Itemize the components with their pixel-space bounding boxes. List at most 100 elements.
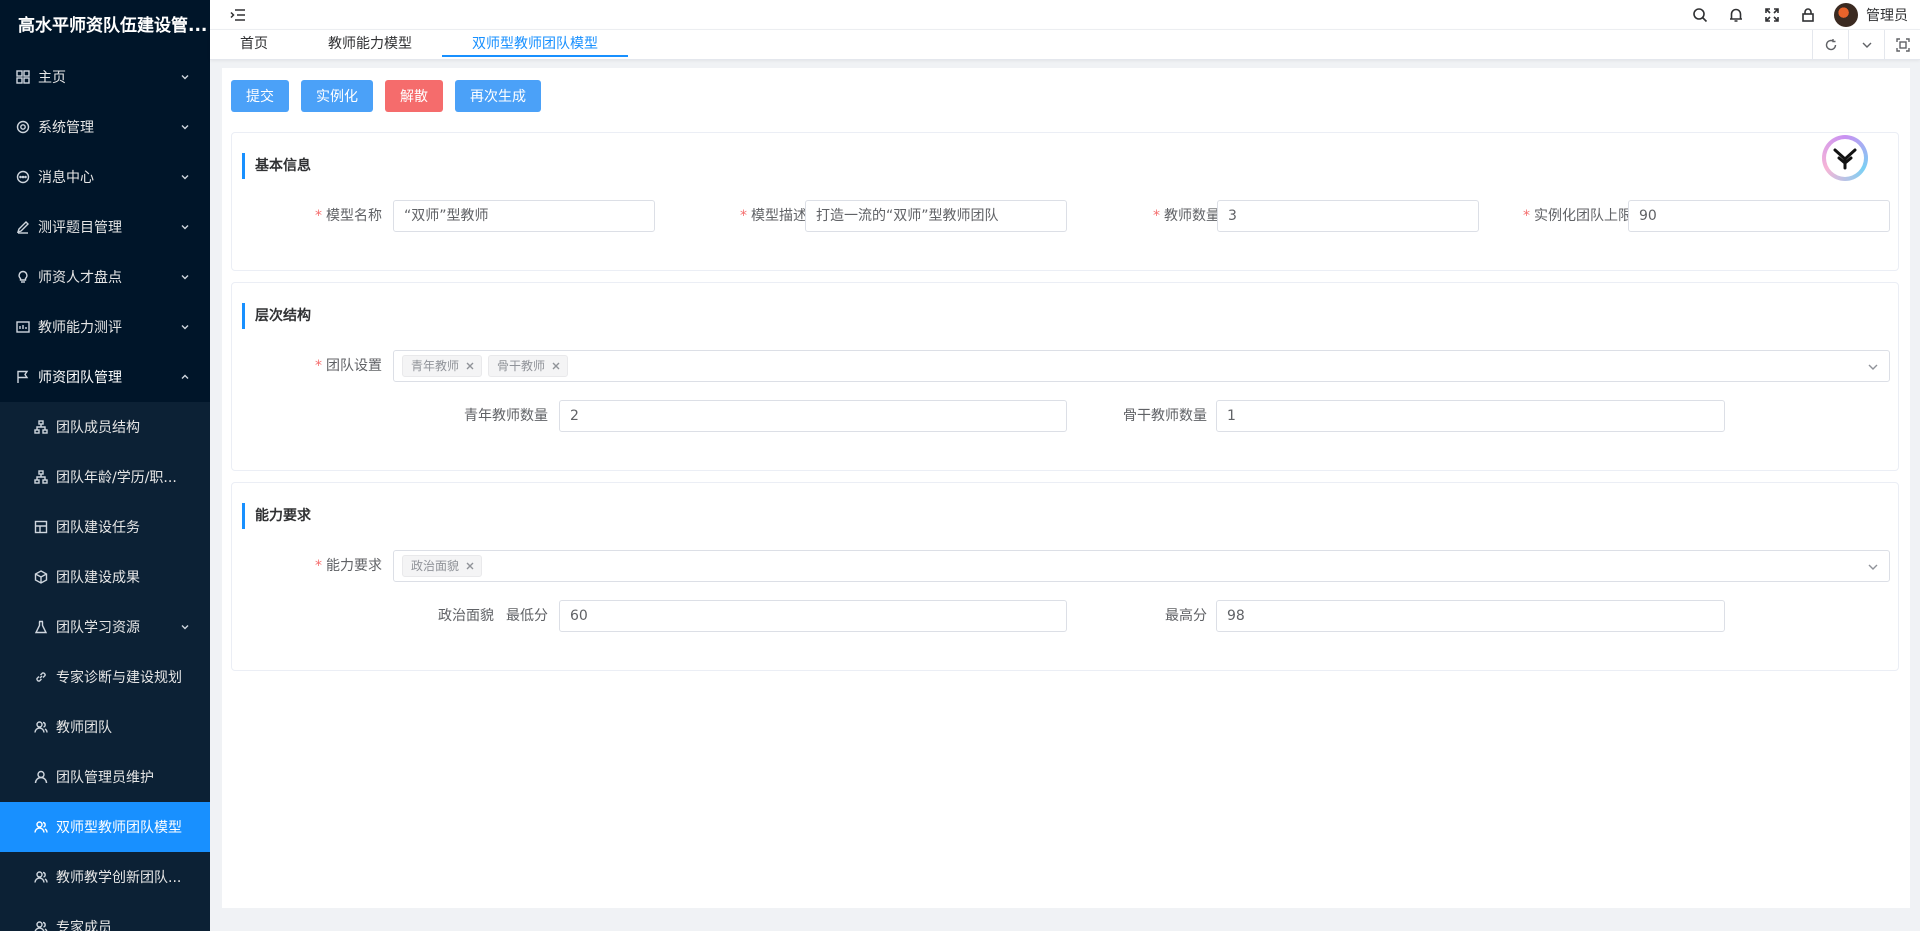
search-icon[interactable] — [1682, 0, 1718, 30]
chevron-down-icon[interactable] — [1848, 30, 1884, 60]
chevron-down-icon — [180, 72, 190, 82]
tag-young-teacher: 青年教师 — [402, 355, 483, 377]
sidebar-item-label: 消息中心 — [38, 170, 94, 186]
sidebar-item-build-results[interactable]: 团队建设成果 — [0, 552, 210, 602]
fullscreen-icon[interactable] — [1754, 0, 1790, 30]
tree-icon — [34, 420, 48, 434]
toolbar: 提交 实例化 解散 再次生成 — [231, 80, 541, 112]
sidebar-item-system[interactable]: 系统管理 — [0, 102, 210, 152]
sidebar-item-expert-members[interactable]: 专家成员 — [0, 902, 210, 931]
lock-icon[interactable] — [1790, 0, 1826, 30]
regenerate-button[interactable]: 再次生成 — [455, 80, 541, 112]
sidebar-item-talent[interactable]: 师资人才盘点 — [0, 252, 210, 302]
hierarchy-card: 层次结构 * 团队设置 青年教师 骨干教师 青年教师数量 2 骨干教师数量 1 — [231, 282, 1899, 471]
min-score-label: 最低分 — [506, 608, 548, 624]
model-desc-input[interactable]: 打造一流的“双师”型教师团队 — [805, 200, 1067, 232]
sidebar-item-age-education[interactable]: 团队年龄/学历/职... — [0, 452, 210, 502]
menu-toggle-icon[interactable] — [228, 5, 248, 25]
backbone-count-input[interactable]: 1 — [1216, 400, 1725, 432]
sidebar-item-label: 团队学习资源 — [56, 620, 140, 636]
sidebar-item-ability-eval[interactable]: 教师能力测评 — [0, 302, 210, 352]
dissolve-button[interactable]: 解散 — [385, 80, 443, 112]
young-count-input[interactable]: 2 — [559, 400, 1067, 432]
sidebar-item-label: 系统管理 — [38, 120, 94, 136]
sidebar-item-label: 主页 — [38, 70, 66, 86]
sidebar-item-home[interactable]: 主页 — [0, 52, 210, 102]
ability-item-name: 政治面貌 — [438, 608, 494, 624]
people-icon — [34, 920, 48, 931]
cube-icon — [34, 570, 48, 584]
sidebar-item-label: 教师能力测评 — [38, 320, 122, 336]
sidebar-item-expert-diagnosis[interactable]: 专家诊断与建设规划 — [0, 652, 210, 702]
link-icon — [34, 670, 48, 684]
tabs-bar: 首页 教师能力模型 双师型教师团队模型 — [210, 30, 1920, 60]
ability-card: 能力要求 * 能力要求 政治面貌 政治面貌 最低分 60 最高分 98 — [231, 482, 1899, 671]
backbone-count-label: 骨干教师数量 — [1123, 408, 1207, 424]
brand-logo-icon — [1822, 135, 1868, 181]
sidebar-item-member-structure[interactable]: 团队成员结构 — [0, 402, 210, 452]
close-icon[interactable] — [465, 361, 475, 371]
instantiate-button[interactable]: 实例化 — [301, 80, 373, 112]
chevron-down-icon — [180, 622, 190, 632]
team-limit-input[interactable]: 90 — [1628, 200, 1890, 232]
sidebar-item-teacher-team[interactable]: 教师团队 — [0, 702, 210, 752]
model-name-input[interactable]: “双师”型教师 — [393, 200, 655, 232]
flag-icon — [16, 370, 30, 384]
close-icon[interactable] — [551, 361, 561, 371]
table-icon — [34, 520, 48, 534]
sidebar-item-label: 教师教学创新团队... — [56, 870, 182, 886]
username[interactable]: 管理员 — [1866, 5, 1908, 25]
edit-icon — [16, 220, 30, 234]
sidebar-item-questions[interactable]: 测评题目管理 — [0, 202, 210, 252]
model-name-label: * 模型名称 — [315, 208, 382, 224]
sidebar-item-label: 师资人才盘点 — [38, 270, 122, 286]
people-icon — [34, 820, 48, 834]
chevron-down-icon — [1867, 361, 1879, 373]
close-icon[interactable] — [465, 561, 475, 571]
sidebar-item-label: 团队管理员维护 — [56, 770, 154, 786]
max-score-label: 最高分 — [1165, 608, 1207, 624]
bulb-icon — [16, 270, 30, 284]
young-count-label: 青年教师数量 — [464, 408, 548, 424]
sidebar-item-build-tasks[interactable]: 团队建设任务 — [0, 502, 210, 552]
team-setting-label: * 团队设置 — [315, 358, 382, 374]
chevron-down-icon — [1867, 561, 1879, 573]
avatar[interactable] — [1834, 2, 1858, 27]
teacher-count-label: * 教师数量 — [1153, 208, 1220, 224]
tab-tools — [1812, 30, 1920, 60]
maximize-icon[interactable] — [1884, 30, 1920, 60]
team-setting-select[interactable]: 青年教师 骨干教师 — [393, 350, 1890, 382]
basic-info-card: 基本信息 * 模型名称 “双师”型教师 * 模型描述 打造一流的“双师”型教师团队 … — [231, 132, 1899, 271]
top-header: 管理员 — [210, 0, 1920, 30]
people-icon — [34, 870, 48, 884]
sidebar-item-label: 双师型教师团队模型 — [56, 820, 182, 836]
sidebar: 高水平师资队伍建设管... 主页 系统管理 消息中心 测评题目管理 师资人才盘点… — [0, 0, 210, 931]
min-score-input[interactable]: 60 — [559, 600, 1067, 632]
sidebar-item-label: 团队建设任务 — [56, 520, 140, 536]
ability-select[interactable]: 政治面貌 — [393, 550, 1890, 582]
chevron-down-icon — [180, 322, 190, 332]
sidebar-item-messages[interactable]: 消息中心 — [0, 152, 210, 202]
sidebar-item-innovation-team[interactable]: 教师教学创新团队... — [0, 852, 210, 902]
sidebar-item-team-management[interactable]: 师资团队管理 — [0, 352, 210, 402]
sidebar-item-team-admin[interactable]: 团队管理员维护 — [0, 752, 210, 802]
tag-political-status: 政治面貌 — [402, 555, 483, 577]
team-limit-label: * 实例化团队上限 — [1523, 208, 1632, 224]
bell-icon[interactable] — [1718, 0, 1754, 30]
sidebar-item-label: 团队成员结构 — [56, 420, 140, 436]
hierarchy-title: 层次结构 — [242, 303, 311, 329]
teacher-count-input[interactable]: 3 — [1217, 200, 1479, 232]
max-score-input[interactable]: 98 — [1216, 600, 1725, 632]
sidebar-item-label: 团队建设成果 — [56, 570, 140, 586]
sidebar-item-learning-resources[interactable]: 团队学习资源 — [0, 602, 210, 652]
tab-ability-model[interactable]: 教师能力模型 — [298, 30, 442, 59]
sidebar-item-label: 专家成员 — [56, 920, 112, 931]
chevron-up-icon — [180, 372, 190, 382]
refresh-icon[interactable] — [1812, 30, 1848, 60]
sidebar-item-dual-teacher-model[interactable]: 双师型教师团队模型 — [0, 802, 210, 852]
tree-icon — [34, 470, 48, 484]
submit-button[interactable]: 提交 — [231, 80, 289, 112]
sidebar-item-label: 专家诊断与建设规划 — [56, 670, 182, 686]
tab-home[interactable]: 首页 — [210, 30, 298, 59]
tab-dual-teacher-model[interactable]: 双师型教师团队模型 — [442, 30, 628, 59]
